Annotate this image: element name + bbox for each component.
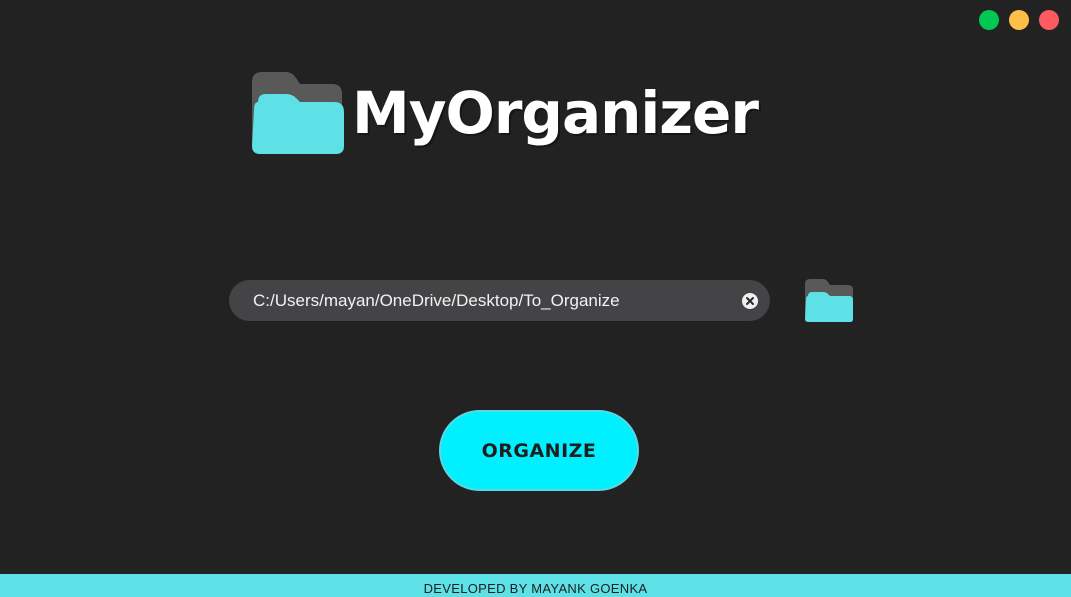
app-logo: MyOrganizer: [252, 68, 759, 158]
minimize-button[interactable]: [1009, 10, 1029, 30]
maximize-button[interactable]: [979, 10, 999, 30]
browse-folder-button[interactable]: [805, 279, 853, 322]
clear-path-button[interactable]: [742, 292, 758, 309]
footer: DEVELOPED BY MAYANK GOENKA: [0, 574, 1071, 597]
close-window-button[interactable]: [1039, 10, 1059, 30]
path-field: [229, 280, 770, 321]
close-icon: [746, 296, 754, 305]
folder-icon: [805, 279, 853, 322]
footer-credit: DEVELOPED BY MAYANK GOENKA: [423, 581, 648, 596]
window-controls: [979, 10, 1059, 30]
path-input[interactable]: [253, 290, 742, 311]
folder-icon: [252, 72, 344, 154]
organize-button[interactable]: ORGANIZE: [439, 410, 639, 491]
app-title: MyOrganizer: [352, 79, 759, 147]
app-window: MyOrganizer ORGANIZE DEVELOPED BY MAYANK…: [0, 0, 1071, 597]
